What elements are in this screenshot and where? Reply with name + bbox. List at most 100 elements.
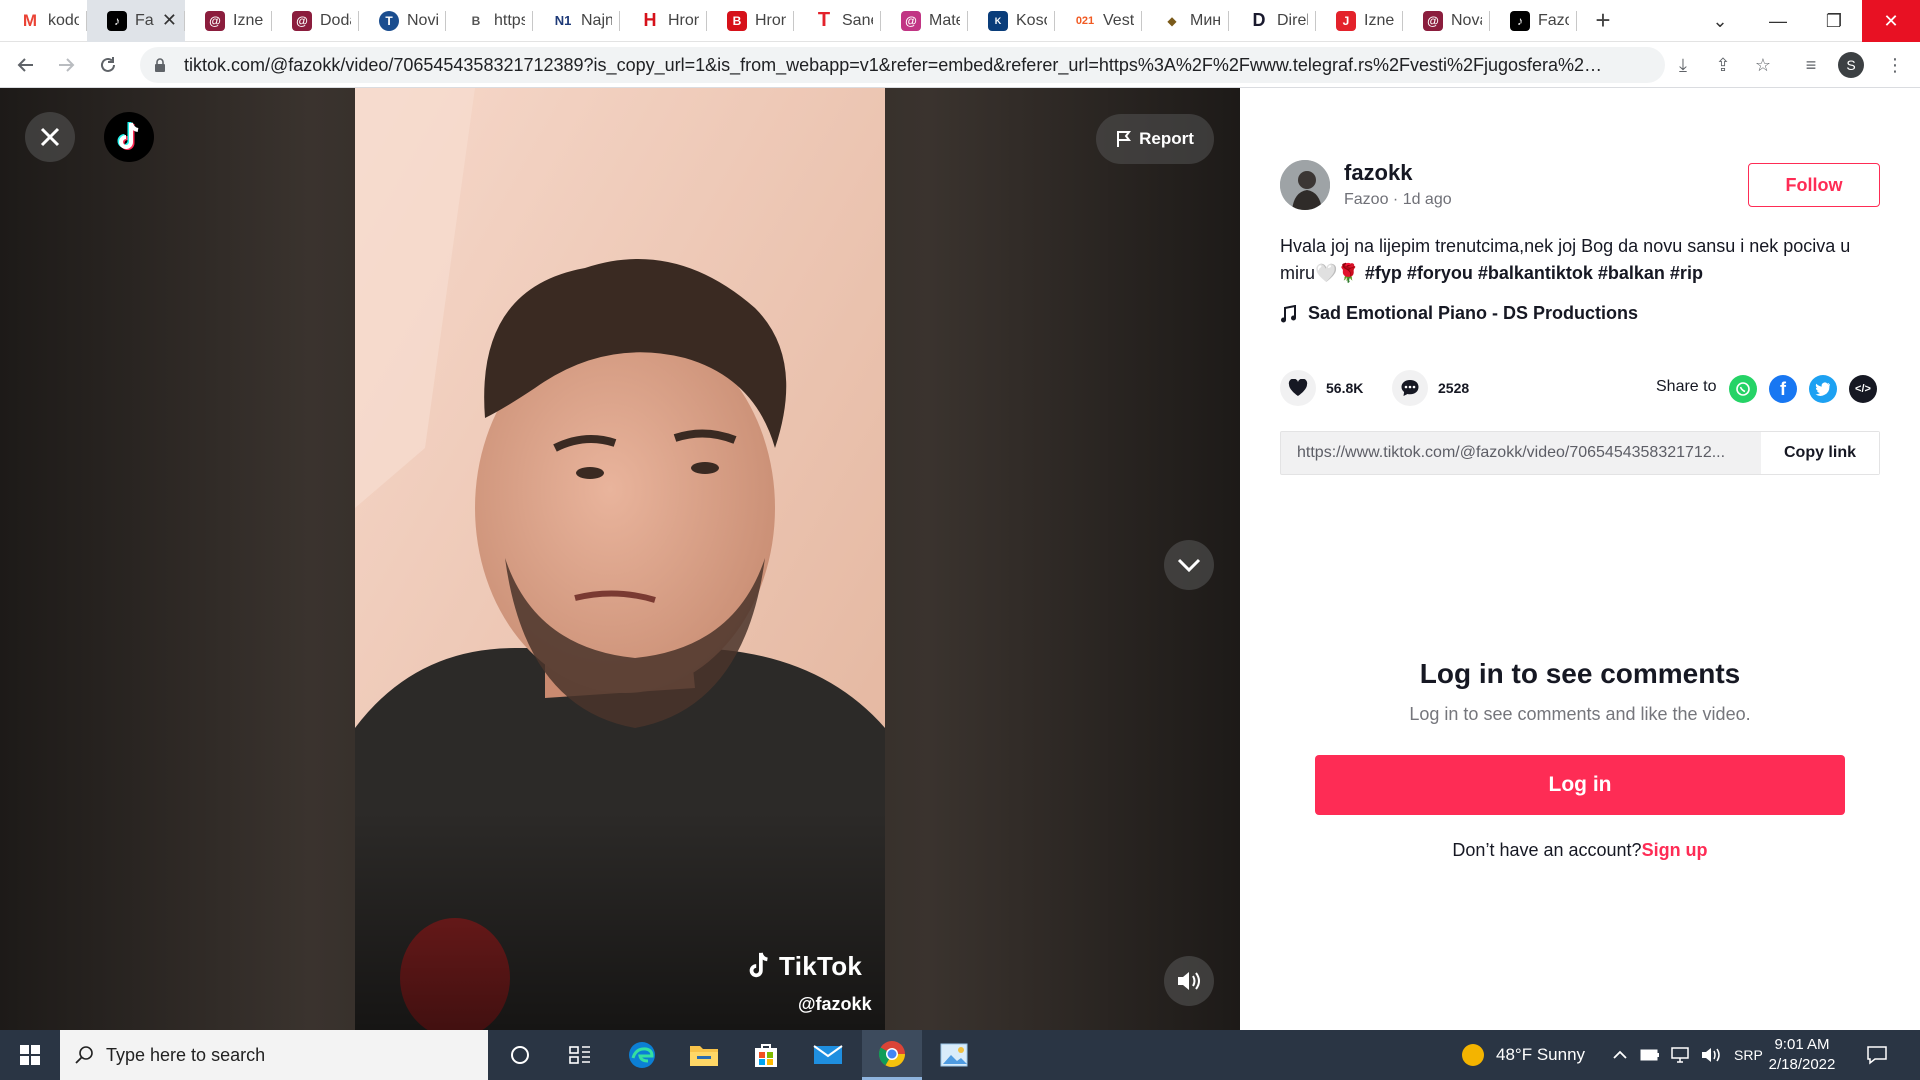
heart-icon[interactable] xyxy=(1280,370,1316,406)
volume-tray-icon[interactable] xyxy=(1700,1030,1722,1080)
chevron-down-icon xyxy=(1177,558,1201,572)
screen: Mkodo ♪ Fa ✕ @ Iznen @ Doda T Novir Bhttps: N… xyxy=(0,0,1920,1080)
tab-2[interactable]: @ Iznen xyxy=(185,0,272,42)
tab-14[interactable]: D Direk xyxy=(1229,0,1316,42)
language-indicator[interactable]: SRP xyxy=(1734,1030,1763,1080)
system-clock[interactable]: 9:01 AM 2/18/2022 xyxy=(1762,1035,1842,1075)
tab-title: Novir xyxy=(407,11,438,29)
news-icon: T xyxy=(379,10,399,31)
reload-icon[interactable] xyxy=(90,47,126,83)
hronika-icon: H xyxy=(640,10,660,31)
comments-login-subtitle: Log in to see comments and like the vide… xyxy=(1409,704,1751,724)
close-tab-icon[interactable]: ✕ xyxy=(162,10,177,31)
news-icon: K xyxy=(988,10,1008,31)
forward-icon[interactable] xyxy=(48,47,84,83)
chrome-icon[interactable] xyxy=(862,1030,922,1080)
tab-9[interactable]: T Sanel xyxy=(794,0,881,42)
task-view-icon[interactable] xyxy=(550,1030,610,1080)
tab-title: Iznen xyxy=(233,11,264,29)
tiktok-logo-button[interactable] xyxy=(104,112,154,162)
instagram-icon: @ xyxy=(205,10,225,31)
file-explorer-icon[interactable] xyxy=(674,1030,734,1080)
login-button[interactable]: Log in xyxy=(1315,755,1845,815)
edge-icon[interactable] xyxy=(612,1030,672,1080)
tab-10[interactable]: @ Matej xyxy=(881,0,968,42)
network-icon[interactable] xyxy=(1670,1030,1692,1080)
search-icon xyxy=(75,1046,93,1064)
photos-icon[interactable] xyxy=(924,1030,984,1080)
new-tab-button[interactable]: + xyxy=(1583,5,1623,36)
signup-link[interactable]: Sign up xyxy=(1642,840,1708,860)
hashtags[interactable]: #fyp #foryou #balkantiktok #balkan #rip xyxy=(1365,263,1703,283)
post-description: Hvala joj na lijepim trenutcima,nek joj … xyxy=(1280,233,1860,287)
copy-link-button[interactable]: Copy link xyxy=(1761,432,1879,474)
blic-icon: B xyxy=(727,10,747,31)
video-player[interactable]: Report TikTok @fazokk xyxy=(0,88,1240,1030)
tab-strip: Mkodo ♪ Fa ✕ @ Iznen @ Doda T Novir Bhttps: N… xyxy=(0,0,1920,42)
watermark-brand: TikTok xyxy=(779,950,863,981)
follow-button[interactable]: Follow xyxy=(1748,163,1880,207)
taskbar-search-box[interactable]: Type here to search xyxy=(60,1030,488,1080)
cortana-icon[interactable] xyxy=(490,1030,550,1080)
weather-widget[interactable]: 48°F Sunny xyxy=(1460,1030,1585,1080)
tab-11[interactable]: K Kosov xyxy=(968,0,1055,42)
avatar-photo xyxy=(1280,160,1330,210)
tab-title: Najnc xyxy=(581,11,612,29)
tab-15[interactable]: J Iznen xyxy=(1316,0,1403,42)
tray-chevron-up-icon[interactable] xyxy=(1612,1030,1628,1080)
author-username[interactable]: fazokk xyxy=(1344,160,1412,186)
post-details-panel: fazokk Fazoo · 1d ago Follow Hvala joj n… xyxy=(1240,88,1920,1030)
close-video-button[interactable] xyxy=(25,112,75,162)
store-icon[interactable] xyxy=(736,1030,796,1080)
next-video-button[interactable] xyxy=(1164,540,1214,590)
twitter-icon[interactable] xyxy=(1809,375,1837,403)
instagram-icon: @ xyxy=(901,10,921,31)
notifications-icon[interactable] xyxy=(1866,1030,1888,1080)
tab-12[interactable]: 021 Vesti xyxy=(1055,0,1142,42)
tab-5[interactable]: Bhttps: xyxy=(446,0,533,42)
music-link[interactable]: Sad Emotional Piano - DS Productions xyxy=(1280,303,1638,324)
volume-button[interactable] xyxy=(1164,956,1214,1006)
tab-0[interactable]: Mkodo xyxy=(0,0,87,42)
comment-stat[interactable]: 2528 xyxy=(1392,370,1469,406)
menu-kebab-icon[interactable]: ⋮ xyxy=(1880,50,1910,80)
tiktok-icon: ♪ xyxy=(107,10,127,31)
tab-4[interactable]: T Novir xyxy=(359,0,446,42)
direktno-icon: D xyxy=(1249,10,1269,31)
tab-1-active[interactable]: ♪ Fa ✕ xyxy=(87,0,185,42)
windows-start-icon[interactable] xyxy=(0,1030,60,1080)
back-icon[interactable] xyxy=(8,47,44,83)
sun-icon xyxy=(1462,1044,1484,1066)
battery-icon[interactable] xyxy=(1640,1030,1660,1080)
video-link-field[interactable]: https://www.tiktok.com/@fazokk/video/706… xyxy=(1281,432,1761,474)
close-window-button[interactable]: ✕ xyxy=(1862,0,1920,42)
address-bar[interactable]: tiktok.com/@fazokk/video/706545435832171… xyxy=(140,47,1665,83)
tab-7[interactable]: H Hroni xyxy=(620,0,707,42)
bookmark-star-icon[interactable]: ☆ xyxy=(1748,50,1778,80)
share-page-icon[interactable]: ⇪ xyxy=(1708,50,1738,80)
like-stat[interactable]: 56.8K xyxy=(1280,370,1363,406)
profile-avatar[interactable]: S xyxy=(1838,52,1864,78)
minimize-button[interactable]: — xyxy=(1750,0,1806,42)
whatsapp-icon[interactable] xyxy=(1729,375,1757,403)
tab-13[interactable]: ◆ Мини xyxy=(1142,0,1229,42)
reading-list-icon[interactable]: ≡ xyxy=(1796,50,1826,80)
tab-8[interactable]: B Hroni xyxy=(707,0,794,42)
embed-icon[interactable]: </> xyxy=(1849,375,1877,403)
comment-count: 2528 xyxy=(1438,380,1470,396)
comment-icon[interactable] xyxy=(1392,370,1428,406)
mail-icon[interactable] xyxy=(798,1030,858,1080)
instagram-icon: @ xyxy=(1423,10,1443,31)
restore-button[interactable]: ❐ xyxy=(1806,0,1862,42)
tab-search-icon[interactable]: ⌄ xyxy=(1700,0,1740,42)
facebook-icon[interactable]: f xyxy=(1769,375,1797,403)
install-icon[interactable]: ⤓ xyxy=(1668,50,1698,80)
tab-6[interactable]: N1 Najnc xyxy=(533,0,620,42)
tab-3[interactable]: @ Doda xyxy=(272,0,359,42)
report-button[interactable]: Report xyxy=(1096,114,1214,164)
video-frame[interactable] xyxy=(355,88,885,1030)
tab-16[interactable]: @ Nova xyxy=(1403,0,1490,42)
tab-title: Vesti xyxy=(1103,11,1134,29)
tab-17[interactable]: ♪ Fazoc xyxy=(1490,0,1577,42)
author-avatar[interactable] xyxy=(1280,160,1330,210)
